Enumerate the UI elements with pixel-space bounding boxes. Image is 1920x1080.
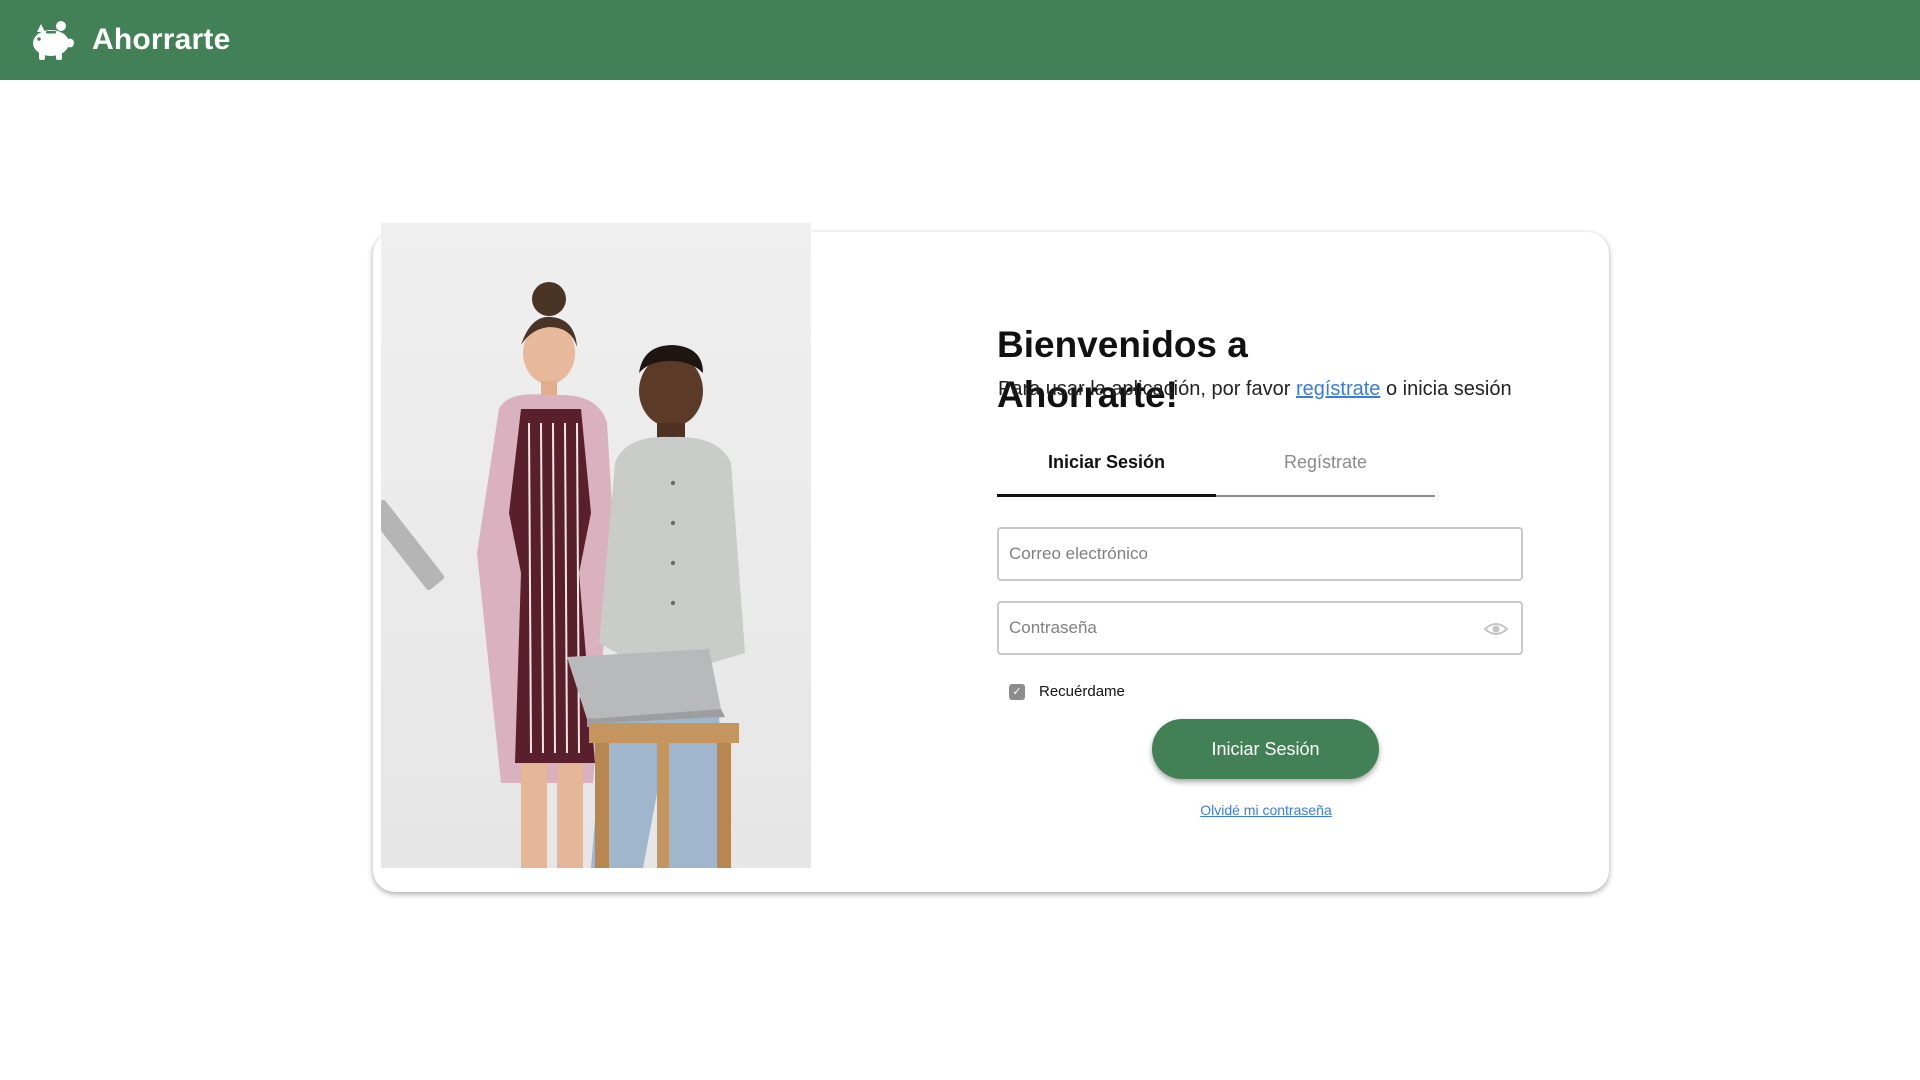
tab-register[interactable]: Regístrate — [1216, 440, 1435, 495]
subtitle-prefix: Para usar la aplicación, por favor — [998, 378, 1296, 400]
login-button[interactable]: Iniciar Sesión — [1152, 719, 1379, 779]
remember-label: Recuérdame — [1039, 683, 1125, 700]
register-link[interactable]: regístrate — [1296, 378, 1380, 400]
tab-login[interactable]: Iniciar Sesión — [997, 440, 1216, 497]
subtitle-suffix: o inicia sesión — [1380, 378, 1512, 400]
welcome-title: Bienvenidos a Ahorrarte! — [997, 324, 1248, 415]
hero-photo — [381, 223, 811, 868]
welcome-subtitle: Para usar la aplicación, por favor regís… — [998, 378, 1512, 401]
piggy-bank-icon — [26, 16, 76, 64]
remember-checkbox[interactable]: ✓ — [1009, 683, 1025, 700]
email-input[interactable] — [999, 529, 1521, 579]
password-input[interactable] — [999, 603, 1521, 653]
password-field — [997, 601, 1523, 655]
email-field — [997, 527, 1523, 581]
brand-name: Ahorrarte — [92, 23, 231, 56]
remember-me: ✓ Recuérdame — [1009, 683, 1125, 700]
top-app-bar: Ahorrarte — [0, 0, 1920, 80]
auth-tabs: Iniciar Sesión Regístrate — [997, 440, 1435, 497]
forgot-password-link[interactable]: Olvidé mi contraseña — [1150, 802, 1382, 818]
eye-icon[interactable] — [1483, 617, 1509, 641]
